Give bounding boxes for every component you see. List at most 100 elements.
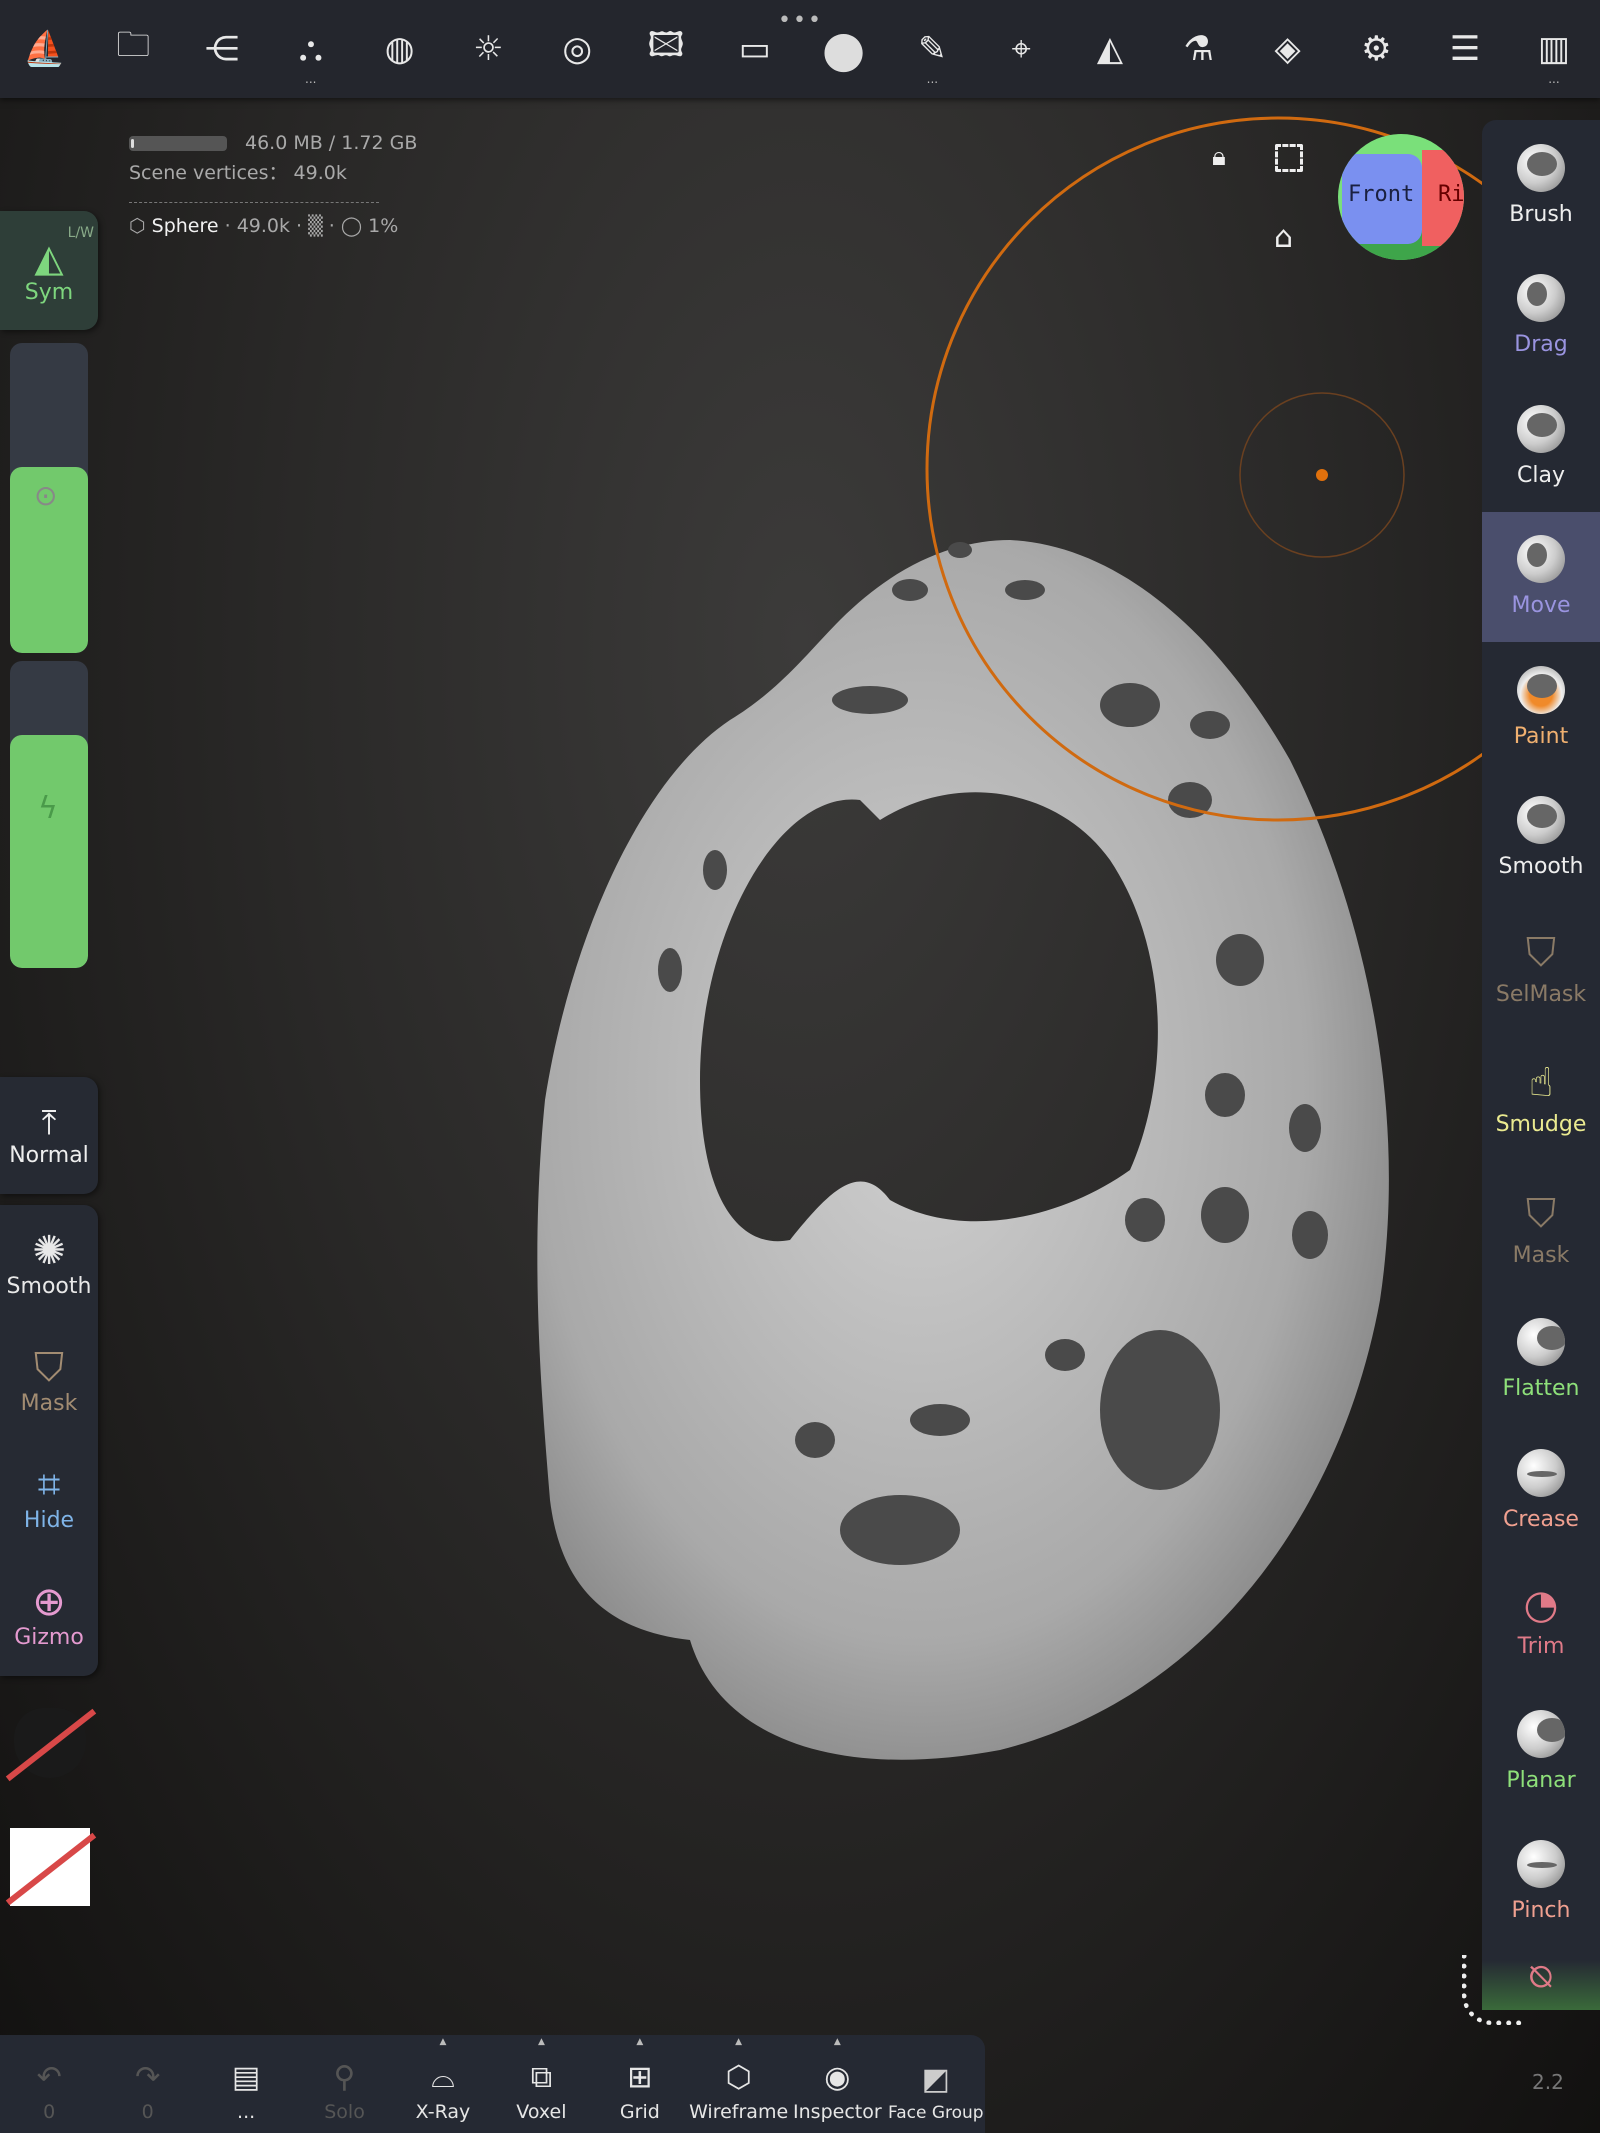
- tool-panel: Brush Drag Clay Move Paint Smooth ⛉ SelMask ☝ Smu…: [1482, 120, 1600, 2010]
- bottom-toolbar: ↶ 0 ↷ 0 ▤... ⚲ Solo ▲ ⌓ X-Ray ▲ ⧉ Voxel ▲ ⊞ Grid …: [0, 2035, 985, 2133]
- quick-tool-label: Mask: [20, 1391, 78, 1416]
- picker-button[interactable]: ⌖: [977, 0, 1066, 98]
- tool-mask[interactable]: ⛉ Mask: [1482, 1164, 1600, 1295]
- quick-tool-mask[interactable]: ⛉ Mask: [0, 1322, 98, 1439]
- tool-label: SelMask: [1495, 981, 1587, 1007]
- camera-lens-button[interactable]: ◎: [533, 0, 622, 98]
- voxel-button[interactable]: ▲ ⧉ Voxel: [492, 2035, 590, 2133]
- tool-move[interactable]: Move: [1482, 511, 1600, 642]
- expand-indicator: ▲: [833, 2037, 841, 2047]
- more-button[interactable]: ▤...: [197, 2035, 295, 2133]
- tool-clay[interactable]: Clay: [1482, 381, 1600, 512]
- layers-button[interactable]: ◈: [1243, 0, 1332, 98]
- mask-shield-icon: ⛉: [1526, 1190, 1556, 1237]
- tool-smooth[interactable]: Smooth: [1482, 773, 1600, 904]
- store-button[interactable]: ▥...: [1510, 0, 1599, 98]
- quick-tool-label: Gizmo: [14, 1625, 84, 1650]
- tool-label: Mask: [1512, 1242, 1570, 1268]
- tool-label: Pinch: [1511, 1898, 1571, 1924]
- quick-tool-label: Smooth: [6, 1274, 92, 1299]
- tool-planar[interactable]: Planar: [1482, 1686, 1600, 1817]
- pen-button[interactable]: ✎...: [888, 0, 977, 98]
- quick-tool-smooth[interactable]: ✺ Smooth: [0, 1205, 98, 1322]
- quick-tool-gizmo[interactable]: ⊕ Gizmo: [0, 1556, 98, 1673]
- normal-button[interactable]: ⤒ Normal: [0, 1077, 98, 1194]
- symmetry-icon: ◭: [1096, 29, 1124, 69]
- drag-brush-icon: [1517, 274, 1565, 323]
- light-button[interactable]: ☼: [444, 0, 533, 98]
- share-button[interactable]: ⋲: [178, 0, 267, 98]
- lock-icon[interactable]: 🔒︎: [1212, 142, 1226, 173]
- radius-icon: ⊙: [34, 479, 58, 512]
- redo-count: 0: [141, 2101, 154, 2123]
- solo-label: Solo: [324, 2101, 365, 2123]
- fullscreen-icon[interactable]: [1275, 144, 1303, 172]
- quick-tool-hide[interactable]: ⌗ Hide: [0, 1439, 98, 1556]
- divider: [129, 202, 379, 203]
- normal-label: Normal: [9, 1143, 89, 1168]
- cubes-icon: ⧉: [530, 2060, 553, 2095]
- flask-button[interactable]: ⚗: [1154, 0, 1243, 98]
- xray-button[interactable]: ▲ ⌓ X-Ray: [394, 2035, 492, 2133]
- tool-label: Smudge: [1495, 1112, 1587, 1138]
- more-indicator: ...: [1548, 72, 1560, 86]
- inspector-button[interactable]: ▲ ◉ Inspector: [788, 2035, 886, 2133]
- solo-button[interactable]: ⚲ Solo: [295, 2035, 393, 2133]
- memory-text: 46.0 MB / 1.72 GB: [245, 132, 418, 154]
- planar-brush-icon: [1517, 1709, 1565, 1758]
- crease-brush-icon: [1517, 1448, 1565, 1497]
- mask-shield-icon: ⛉: [34, 1345, 64, 1391]
- symmetry-button[interactable]: ◭ Sym L/W: [0, 211, 98, 330]
- document-icon: ▤: [231, 2060, 261, 2095]
- settings-button[interactable]: ⚙: [1332, 0, 1421, 98]
- tool-flatten[interactable]: Flatten: [1482, 1295, 1600, 1426]
- smooth-brush-icon: [1517, 796, 1565, 845]
- wireframe-button[interactable]: ▲ ⬡ Wireframe: [689, 2035, 788, 2133]
- arrow-up-icon: ⤒: [41, 1103, 57, 1143]
- view-gyro[interactable]: Front Rig: [1338, 134, 1464, 260]
- logo-button[interactable]: ⛵: [0, 0, 89, 98]
- smooth-ball-icon: ✺: [32, 1228, 66, 1274]
- logo-icon: ⛵: [23, 29, 66, 69]
- sliders-button[interactable]: ☰: [1421, 0, 1510, 98]
- tool-smudge[interactable]: ☝ Smudge: [1482, 1034, 1600, 1165]
- version-label: 2.2: [1532, 2070, 1564, 2094]
- object-info[interactable]: ⬡ Sphere · 49.0k · ▒ · ◯ 1%: [129, 211, 417, 241]
- home-icon[interactable]: ⌂: [1274, 220, 1293, 255]
- folder-button[interactable]: 🗀: [89, 0, 178, 98]
- scene-button[interactable]: ⛬...: [266, 0, 355, 98]
- viewport-mesh[interactable]: [0, 0, 1600, 2133]
- tool-brush[interactable]: Brush: [1482, 120, 1600, 251]
- tool-label: Planar: [1506, 1767, 1576, 1793]
- paint-brush-icon: [1517, 665, 1565, 714]
- intensity-icon: ϟ: [38, 791, 58, 826]
- tool-label: Smooth: [1498, 854, 1584, 880]
- intensity-slider[interactable]: ϟ: [10, 661, 88, 968]
- image-button[interactable]: 🖾: [622, 0, 711, 98]
- tool-paint[interactable]: Paint: [1482, 642, 1600, 773]
- symmetry-button[interactable]: ◭: [1066, 0, 1155, 98]
- tool-pinch[interactable]: Pinch: [1482, 1817, 1600, 1948]
- topology-button[interactable]: ◍: [355, 0, 444, 98]
- intensity-slider-fill: [10, 734, 88, 968]
- quick-gesture-icon[interactable]: [1462, 1955, 1522, 2025]
- topology-icon: ◍: [384, 29, 415, 69]
- layers-icon: ◈: [1274, 29, 1301, 69]
- redo-button[interactable]: ↷ 0: [98, 2035, 196, 2133]
- more-indicator: ...: [926, 72, 939, 86]
- share-icon: ⋲: [204, 29, 239, 69]
- tool-trim[interactable]: ◔ Trim: [1482, 1556, 1600, 1687]
- tool-label: Move: [1511, 593, 1571, 619]
- tool-label: Drag: [1514, 332, 1568, 358]
- tool-selmask[interactable]: ⛉ SelMask: [1482, 903, 1600, 1034]
- undo-button[interactable]: ↶ 0: [0, 2035, 98, 2133]
- grid-button[interactable]: ▲ ⊞ Grid: [591, 2035, 689, 2133]
- tool-drag[interactable]: Drag: [1482, 251, 1600, 382]
- face-group-button[interactable]: ◩ Face Group: [887, 2035, 985, 2133]
- hide-icon: ⌗: [37, 1462, 61, 1508]
- tool-crease[interactable]: Crease: [1482, 1425, 1600, 1556]
- toolbar-drag-handle[interactable]: •••: [778, 8, 823, 33]
- xray-label: X-Ray: [415, 2101, 471, 2123]
- radius-slider[interactable]: ⊙: [10, 343, 88, 653]
- tool-label: Flatten: [1502, 1376, 1580, 1402]
